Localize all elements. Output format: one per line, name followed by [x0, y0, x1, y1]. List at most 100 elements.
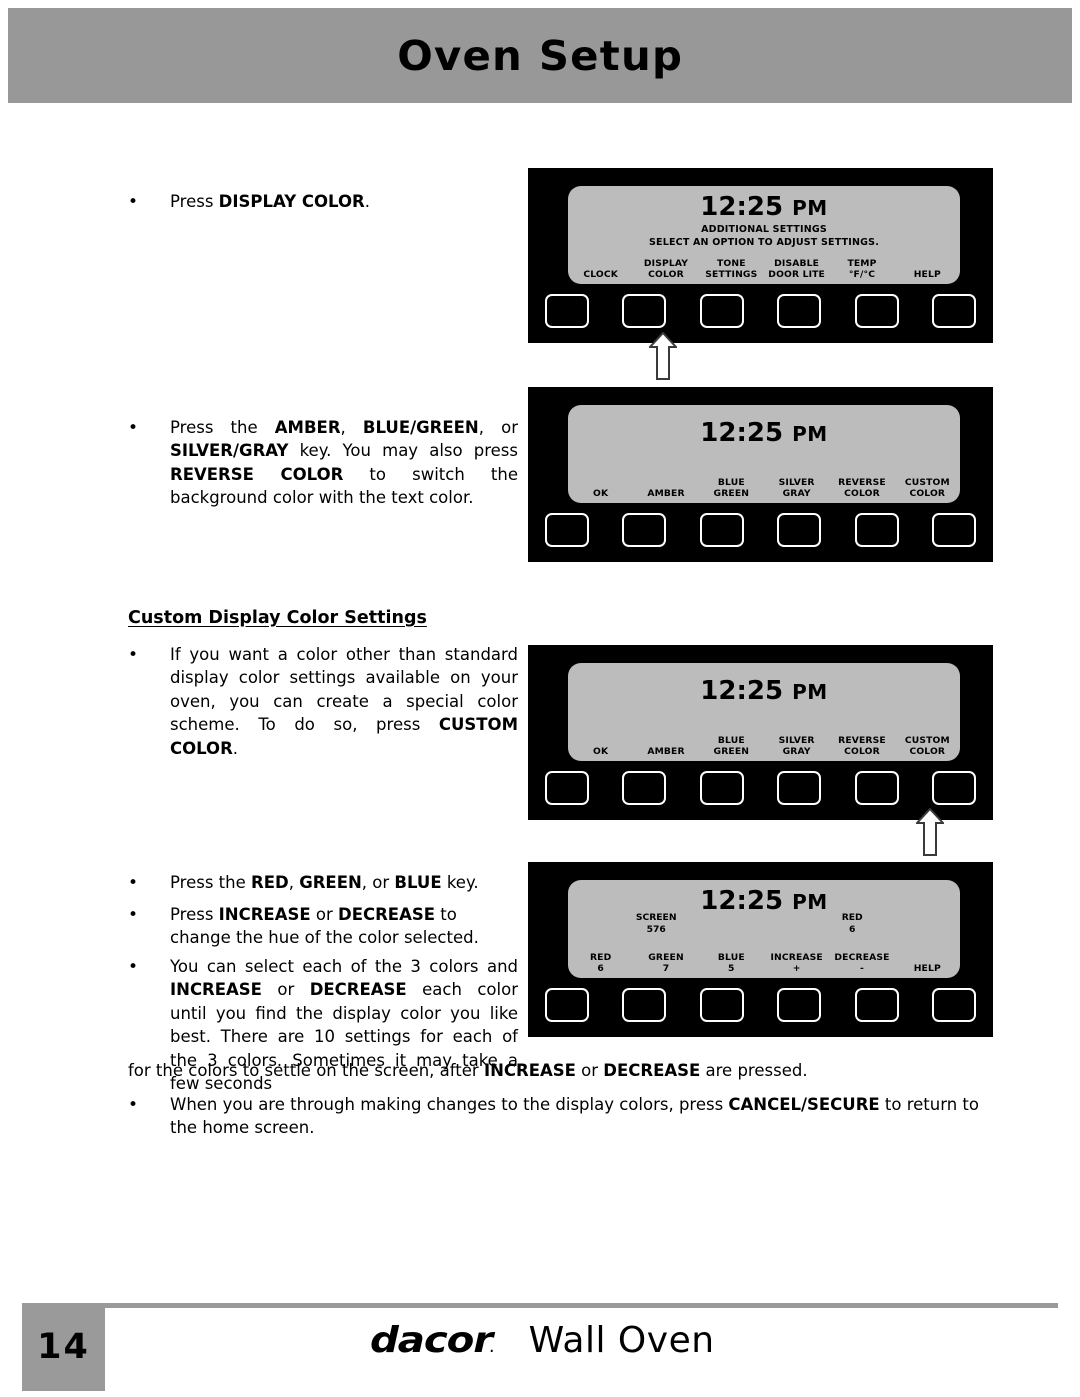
- lcd-subtitle-line2: SELECT AN OPTION TO ADJUST SETTINGS.: [648, 237, 880, 248]
- key-clock[interactable]: [544, 294, 589, 328]
- key-tone-settings[interactable]: [699, 294, 744, 328]
- key-amber[interactable]: [622, 771, 667, 805]
- soft-key-row: [528, 513, 993, 547]
- key-help[interactable]: [932, 988, 977, 1022]
- bullet-glyph: •: [128, 905, 139, 925]
- callout-arrow-up-display-color: [649, 332, 677, 380]
- lcd-clock: 12:25 PM: [700, 192, 828, 222]
- lcd-screen: 12:25 PM ADDITIONAL SETTINGS SELECT AN O…: [568, 186, 960, 284]
- lcd-label-disable-door-lite: DISABLE DOOR LITE: [768, 257, 825, 280]
- lcd-screen: 12:25 PM SCREEN 576 RED 6 RED 6 GREEN 7 BL…: [568, 880, 960, 978]
- lcd-label-reverse-color: REVERSE COLOR: [838, 476, 886, 499]
- lcd-label-custom-color: CUSTOM COLOR: [904, 476, 950, 499]
- oven-control-panel-display-color-2: 12:25 PM OK AMBER BLUE GREEN SILVER GRAY R…: [528, 645, 993, 820]
- lcd-label-custom-color: CUSTOM COLOR: [904, 734, 950, 757]
- lcd-clock: 12:25 PM: [700, 676, 828, 706]
- bullet-text: Press INCREASE or DECREASE to change the…: [170, 905, 479, 948]
- lcd-label-blue-green: BLUE GREEN: [713, 734, 750, 757]
- key-custom-color[interactable]: [932, 771, 977, 805]
- lcd-readout-row: SCREEN 576 RED 6: [568, 912, 960, 935]
- lcd-soft-key-labels: RED 6 GREEN 7 BLUE 5 INCREASE + DECREASE - HE…: [568, 950, 960, 974]
- bullet-glyph: •: [128, 418, 139, 438]
- key-amber[interactable]: [622, 513, 667, 547]
- page-title: Oven Setup: [397, 31, 683, 80]
- lcd-label-reverse-color: REVERSE COLOR: [838, 734, 886, 757]
- key-reverse-color[interactable]: [854, 771, 899, 805]
- key-disable-door-lite[interactable]: [777, 294, 822, 328]
- lcd-soft-key-labels: OK AMBER BLUE GREEN SILVER GRAY REVERSE COL…: [568, 733, 960, 757]
- bullet-select-three-colors-continuation: for the colors to settle on the screen, …: [128, 1059, 1028, 1082]
- page-number: 14: [37, 1327, 90, 1367]
- callout-arrow-up-custom-color: [916, 808, 944, 856]
- lcd-label-tone-settings: TONE SETTINGS: [705, 257, 758, 280]
- bullet-text: for the colors to settle on the screen, …: [128, 1061, 808, 1080]
- lcd-label-decrease: DECREASE -: [834, 951, 890, 974]
- lcd-label-amber: AMBER: [647, 487, 685, 499]
- lcd-label-blue-green: BLUE GREEN: [713, 476, 750, 499]
- bullet-custom-color-intro: • If you want a color other than standar…: [128, 643, 518, 760]
- key-blue[interactable]: [699, 988, 744, 1022]
- bullet-glyph: •: [128, 192, 139, 212]
- key-green[interactable]: [622, 988, 667, 1022]
- lcd-screen: 12:25 PM OK AMBER BLUE GREEN SILVER GRAY R…: [568, 405, 960, 503]
- bullet-press-red-green-blue: • Press the RED, GREEN, or BLUE key.: [128, 871, 518, 894]
- footer-brand: dacor . Wall Oven: [370, 1320, 790, 1361]
- oven-control-panel-custom-color: 12:25 PM SCREEN 576 RED 6 RED 6 GREEN 7 BL…: [528, 862, 993, 1037]
- key-help[interactable]: [932, 294, 977, 328]
- lcd-label-ok: OK: [593, 487, 609, 499]
- soft-key-row: [528, 771, 993, 805]
- lcd-label-ok: OK: [593, 745, 609, 757]
- key-silver-gray[interactable]: [777, 513, 822, 547]
- oven-control-panel-display-color: 12:25 PM OK AMBER BLUE GREEN SILVER GRAY R…: [528, 387, 993, 562]
- key-blue-green[interactable]: [699, 513, 744, 547]
- key-reverse-color[interactable]: [854, 513, 899, 547]
- lcd-screen: 12:25 PM OK AMBER BLUE GREEN SILVER GRAY R…: [568, 663, 960, 761]
- bullet-glyph: •: [128, 957, 139, 977]
- key-temp-f-c[interactable]: [854, 294, 899, 328]
- bullet-glyph: •: [128, 873, 139, 893]
- key-blue-green[interactable]: [699, 771, 744, 805]
- page-header-bar: Oven Setup: [8, 8, 1072, 103]
- lcd-readout-red: RED 6: [841, 912, 863, 935]
- lcd-soft-key-labels: OK AMBER BLUE GREEN SILVER GRAY REVERSE COL…: [568, 475, 960, 499]
- key-silver-gray[interactable]: [777, 771, 822, 805]
- lcd-label-silver-gray: SILVER GRAY: [778, 734, 815, 757]
- lcd-label-clock: CLOCK: [583, 268, 619, 280]
- bullet-press-amber-bluegreen-silvergray: • Press the AMBER, BLUE/GREEN, or SILVER…: [128, 416, 518, 510]
- brand-name: dacor: [370, 1320, 493, 1361]
- bullet-glyph: •: [128, 645, 139, 665]
- footer-divider: [22, 1303, 1058, 1308]
- bullet-text: Press the AMBER, BLUE/GREEN, or SILVER/G…: [170, 418, 518, 508]
- product-name: Wall Oven: [528, 1320, 715, 1361]
- soft-key-row: [528, 988, 993, 1022]
- bullet-text: If you want a color other than standard …: [170, 645, 518, 758]
- oven-control-panel-additional-settings: 12:25 PM ADDITIONAL SETTINGS SELECT AN O…: [528, 168, 993, 343]
- bullet-text: Press DISPLAY COLOR.: [170, 192, 370, 211]
- section-heading-custom-display-color-settings: Custom Display Color Settings: [128, 608, 427, 628]
- key-custom-color[interactable]: [932, 513, 977, 547]
- lcd-label-help: HELP: [913, 268, 941, 280]
- key-display-color[interactable]: [622, 294, 667, 328]
- bullet-cancel-secure: • When you are through making changes to…: [128, 1093, 988, 1140]
- lcd-label-amber: AMBER: [647, 745, 685, 757]
- lcd-clock: 12:25 PM: [700, 418, 828, 448]
- lcd-label-red: RED 6: [589, 951, 612, 974]
- key-red[interactable]: [544, 988, 589, 1022]
- key-ok[interactable]: [544, 513, 589, 547]
- bullet-increase-decrease-hue: • Press INCREASE or DECREASE to change t…: [128, 903, 518, 950]
- lcd-label-blue: BLUE 5: [717, 951, 745, 974]
- lcd-label-increase: INCREASE +: [770, 951, 823, 974]
- lcd-label-silver-gray: SILVER GRAY: [778, 476, 815, 499]
- key-decrease[interactable]: [854, 988, 899, 1022]
- document-page: Oven Setup • Press DISPLAY COLOR. • Pres…: [0, 0, 1080, 1397]
- lcd-soft-key-labels: CLOCK DISPLAY COLOR TONE SETTINGS DISABLE D…: [568, 256, 960, 280]
- lcd-label-temp-f-c: TEMP °F/°C: [847, 257, 877, 280]
- lcd-subtitle-line1: ADDITIONAL SETTINGS: [701, 224, 827, 235]
- lcd-readout-screen: SCREEN 576: [635, 912, 677, 935]
- key-ok[interactable]: [544, 771, 589, 805]
- bullet-text: When you are through making changes to t…: [170, 1095, 979, 1138]
- bullet-glyph: •: [128, 1095, 139, 1115]
- key-increase[interactable]: [777, 988, 822, 1022]
- soft-key-row: [528, 294, 993, 328]
- page-number-box: 14: [22, 1303, 105, 1391]
